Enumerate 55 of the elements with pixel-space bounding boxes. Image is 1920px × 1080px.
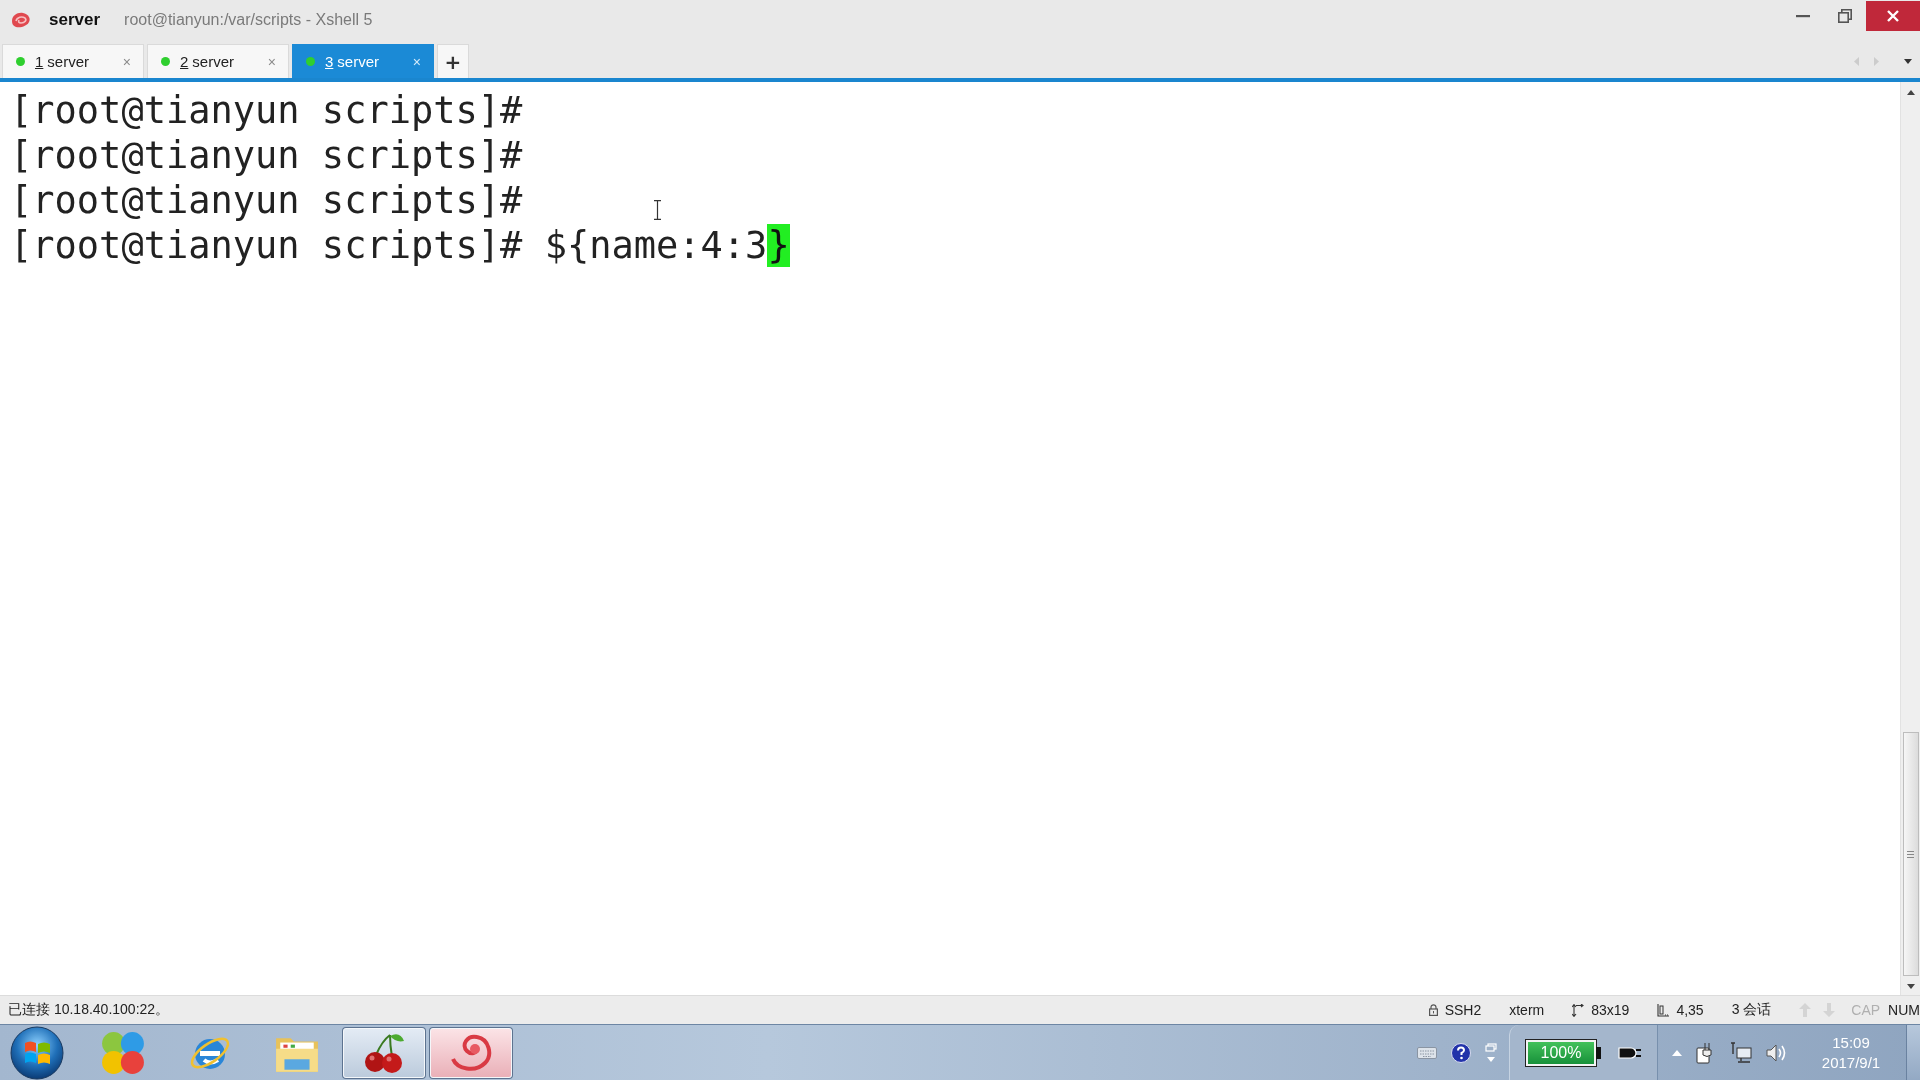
- session-tab[interactable]: 1 server ×: [2, 44, 144, 78]
- prompt-text: [root@tianyun scripts]#: [10, 179, 523, 222]
- swirl-icon: [10, 11, 32, 29]
- keyboard-icon[interactable]: [1417, 1046, 1437, 1059]
- grip-icon: [1907, 850, 1914, 858]
- status-dot-icon: [306, 57, 315, 66]
- caret-down-icon[interactable]: [1904, 58, 1912, 64]
- clock-button[interactable]: 15:09 2017/9/1: [1808, 1027, 1894, 1078]
- key-lock-indicator: NUM: [1888, 1002, 1920, 1018]
- vertical-scrollbar[interactable]: [1900, 82, 1920, 995]
- command-text: ${name:4:3: [544, 224, 768, 267]
- taskbar-app-button[interactable]: [430, 1027, 512, 1078]
- window-title: root@tianyun:/var/scripts - Xshell 5: [124, 11, 373, 29]
- network-icon[interactable]: [1730, 1041, 1752, 1064]
- text-cursor: }: [767, 224, 790, 267]
- up-arrow-icon[interactable]: [1906, 90, 1915, 95]
- prompt-text: [root@tianyun scripts]#: [10, 224, 523, 267]
- cursor-position-text: 4,35: [1676, 1002, 1704, 1018]
- protocol-text: SSH2: [1444, 1002, 1482, 1018]
- status-dot-icon: [16, 57, 25, 66]
- swirl-icon: [449, 1032, 493, 1073]
- scroll-thumb[interactable]: [1902, 732, 1919, 976]
- session-name: server: [49, 10, 101, 30]
- cursor-position-icon: [1657, 1003, 1670, 1017]
- tab-close-button[interactable]: ×: [267, 53, 276, 70]
- lock-icon: [1428, 1004, 1438, 1016]
- help-icon[interactable]: [1451, 1042, 1471, 1063]
- speaker-icon[interactable]: [1766, 1042, 1788, 1063]
- tab-close-button[interactable]: ×: [122, 53, 131, 70]
- connection-status: 已连接 10.18.40.100:22。: [8, 1001, 170, 1019]
- language-bar-icon[interactable]: [1485, 1042, 1497, 1063]
- down-arrow-icon[interactable]: [1906, 984, 1915, 989]
- minimize-icon[interactable]: [1796, 14, 1810, 18]
- prompt-text: [root@tianyun scripts]#: [10, 89, 523, 132]
- new-tab-button[interactable]: +: [437, 44, 469, 78]
- plug-icon[interactable]: [1617, 1044, 1641, 1061]
- session-tab[interactable]: 3 server ×: [292, 44, 434, 78]
- taskbar-app-button[interactable]: [343, 1027, 425, 1078]
- close-icon: [1887, 10, 1899, 22]
- status-dot-icon: [161, 57, 170, 66]
- prompt-text: [root@tianyun scripts]#: [10, 134, 523, 177]
- up-caret-icon[interactable]: [1672, 1049, 1682, 1056]
- resize-icon: [1572, 1003, 1585, 1017]
- show-desktop-button[interactable]: [1906, 1025, 1920, 1080]
- close-button[interactable]: [1866, 1, 1920, 31]
- tab-close-button[interactable]: ×: [412, 53, 421, 70]
- session-count-text: 3 会话: [1731, 1001, 1772, 1019]
- restore-icon[interactable]: [1838, 9, 1852, 23]
- terminal-type-text: xterm: [1509, 1002, 1545, 1018]
- ibeam-pointer-icon: [654, 200, 661, 220]
- four-circles-icon: [100, 1029, 146, 1076]
- key-lock-indicator: CAP: [1851, 1002, 1881, 1018]
- start-orb-icon[interactable]: [10, 1025, 64, 1080]
- terminal-size-text: 83x19: [1591, 1002, 1630, 1018]
- session-tab[interactable]: 2 server ×: [147, 44, 289, 78]
